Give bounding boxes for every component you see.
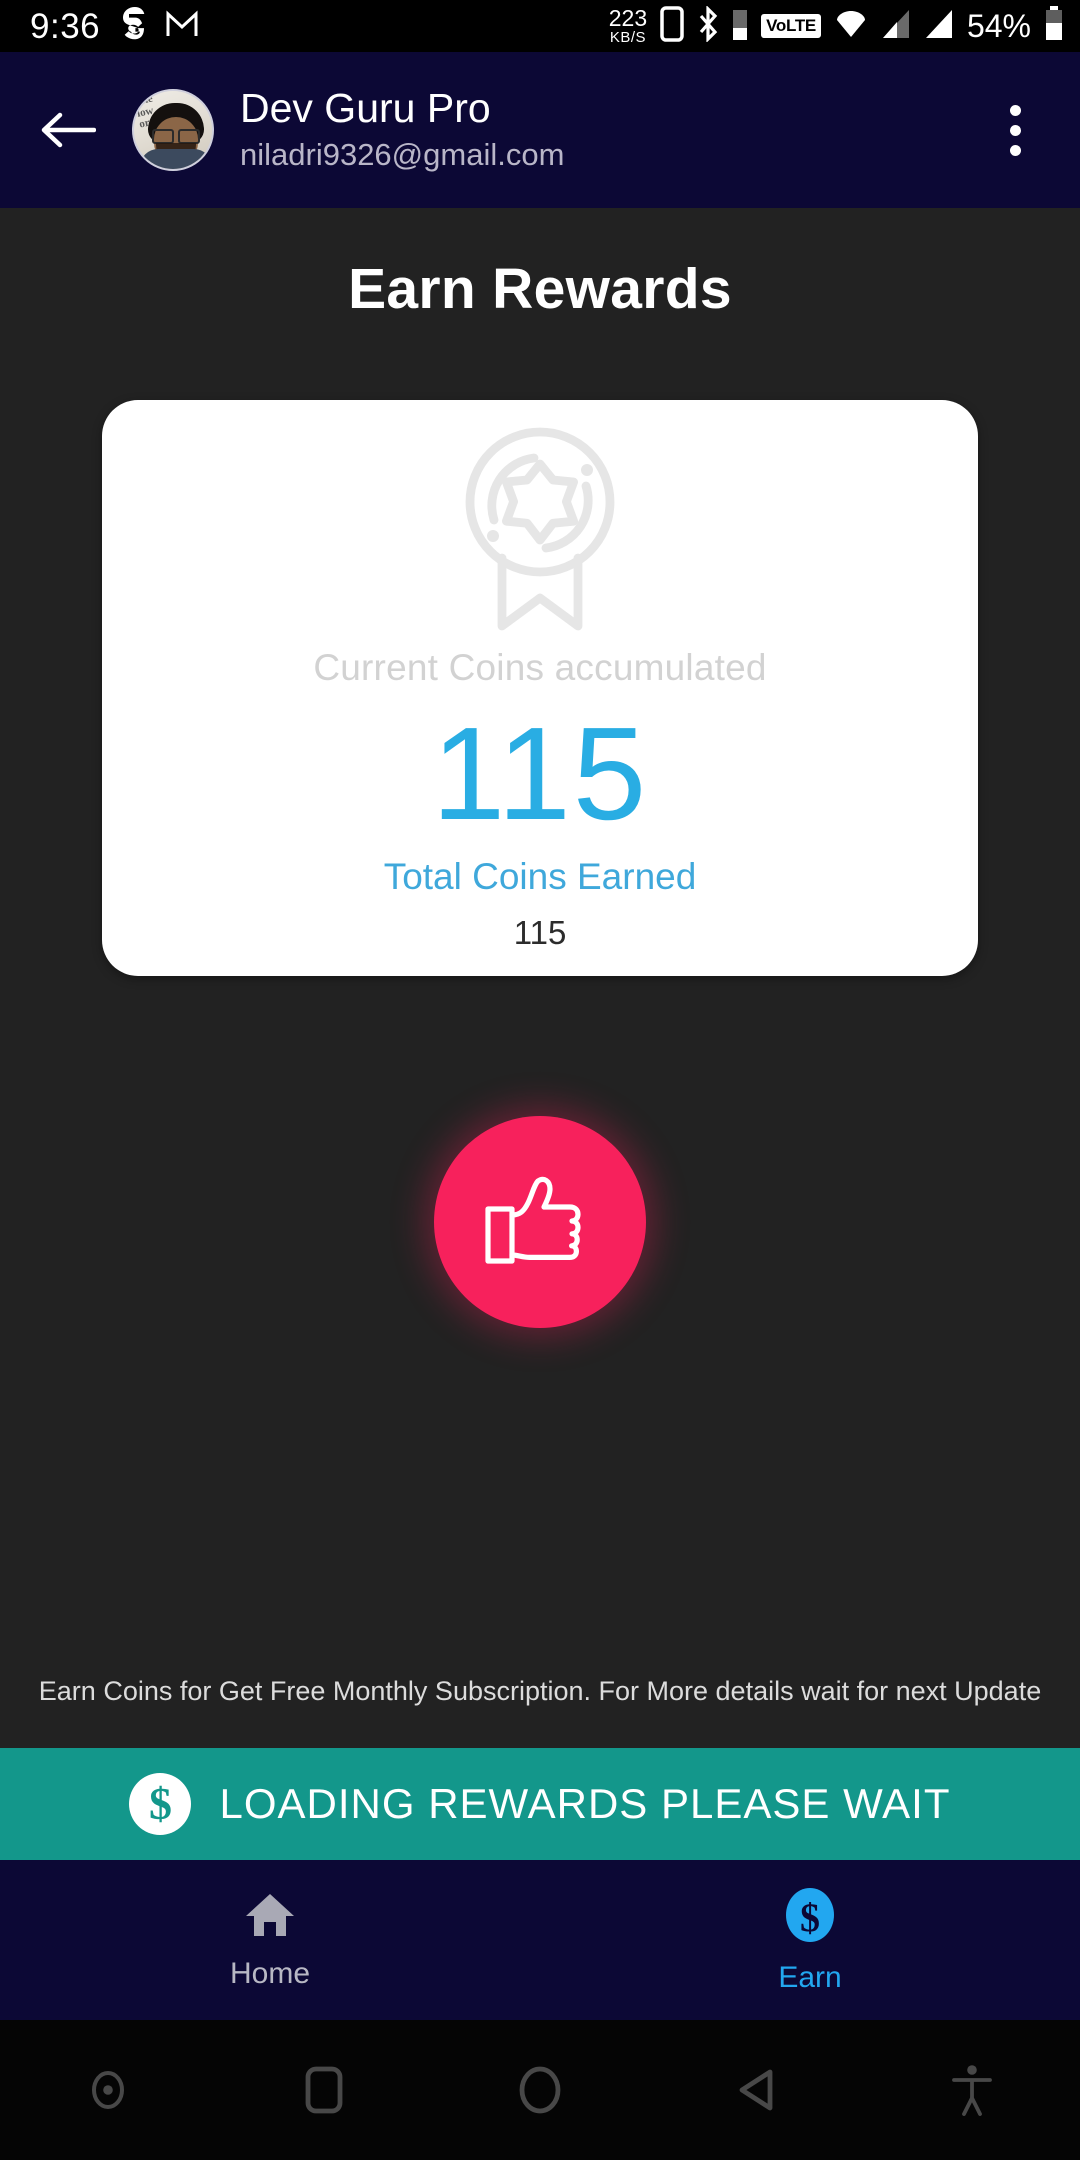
sim-card-icon [660,5,684,47]
back-triangle-icon[interactable] [648,2020,864,2160]
more-vertical-icon-dot [1009,124,1021,136]
status-bar-system-icons: 223 KB/S VoLTE 54% [608,4,1064,47]
more-vertical-icon-dot [1009,104,1021,116]
thumbs-up-icon [485,1176,581,1264]
dollar-coin-icon: $ [129,1773,192,1835]
footer-note: Earn Coins for Get Free Monthly Subscrip… [38,1676,1042,1706]
nav-item-home-label: Home [229,1956,311,1990]
signal-bar-icon-1 [881,8,911,45]
medal-badge-icon [442,426,638,639]
avatar[interactable]: The low orn [132,89,214,171]
coins-card: Current Coins accumulated 115 Total Coin… [102,400,978,976]
nav-item-home[interactable]: Home [0,1860,540,2020]
phone-screen: 9:36 223 KB/S VoLTE 54% The low orn Dev … [0,0,1080,2160]
recents-square-icon[interactable] [216,2020,432,2160]
more-vertical-icon-dot [1009,144,1021,156]
network-speed-indicator: 223 KB/S [608,5,648,46]
bluetooth-battery-icon [732,7,748,46]
battery-percent-label: 54% [966,7,1031,44]
gmail-icon [166,10,198,43]
coin-count-value: 115 [431,700,649,847]
main-content: Earn Rewards Current Coins accumulated 1… [0,208,1080,1748]
swiggy-icon [122,6,148,46]
app-bar-text-block: Dev Guru Pro niladri9326@gmail.com [240,86,980,173]
battery-icon [1044,5,1064,47]
network-speed-unit: KB/S [609,29,647,46]
status-bar-notification-icons [122,6,198,46]
status-bar: 9:36 223 KB/S VoLTE 54% [0,0,1080,52]
loading-rewards-label: LOADING REWARDS PLEASE WAIT [219,1780,951,1827]
android-navigation-bar [0,2020,1080,2160]
page-title: Earn Rewards [348,257,732,321]
home-icon [244,1890,296,1945]
bluetooth-icon [697,4,719,47]
nav-item-earn[interactable]: $ Earn [540,1860,1080,2020]
network-speed-value: 223 [608,5,648,31]
signal-bar-icon-2 [924,8,954,45]
app-bar-subtitle: niladri9326@gmail.com [240,137,565,173]
app-bar-title: Dev Guru Pro [240,85,491,132]
volte-icon: VoLTE [761,14,821,38]
wifi-icon [834,7,868,46]
arrow-left-icon [41,112,96,148]
bottom-navigation: Home $ Earn [0,1860,1080,2020]
svg-text:$: $ [800,1895,820,1940]
nav-item-earn-label: Earn [778,1960,842,1994]
screen-record-icon[interactable] [0,2020,216,2160]
app-bar: The low orn Dev Guru Pro niladri9326@gmail… [0,52,1080,208]
loading-rewards-banner[interactable]: $ LOADING REWARDS PLEASE WAIT [0,1748,1080,1860]
dollar-coin-icon: $ [784,1886,836,1949]
thumbs-up-fab-button[interactable] [434,1116,646,1328]
status-bar-clock: 9:36 [30,6,101,46]
accessibility-icon[interactable] [864,2020,1080,2160]
current-coins-label: Current Coins accumulated [313,647,767,688]
home-circle-icon[interactable] [432,2020,648,2160]
total-coins-earned-label: Total Coins Earned [383,855,697,897]
back-button[interactable] [30,92,106,168]
overflow-menu-button[interactable] [980,85,1050,175]
total-coins-earned-value: 115 [513,913,567,951]
